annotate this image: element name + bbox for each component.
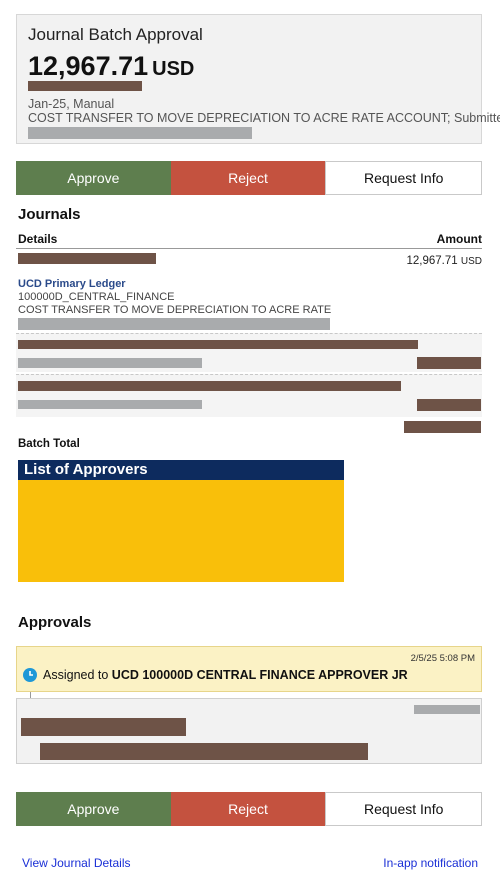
- reject-button[interactable]: Reject: [170, 161, 326, 195]
- redacted-text: [417, 399, 481, 411]
- journals-heading: Journals: [18, 206, 81, 223]
- request-info-button[interactable]: Request Info: [325, 792, 483, 826]
- action-bar-bottom: Approve Reject Request Info: [16, 792, 483, 826]
- batch-description: COST TRANSFER TO MOVE DEPRECIATION TO AC…: [28, 111, 500, 125]
- redacted-text: [40, 743, 368, 760]
- assignee-name: UCD 100000D CENTRAL FINANCE APPROVER JR: [111, 668, 408, 682]
- details-column-header: Details: [18, 232, 58, 246]
- approvals-heading: Approvals: [18, 614, 92, 631]
- approve-button[interactable]: Approve: [16, 161, 171, 195]
- journal-amount-currency: USD: [460, 256, 482, 267]
- batch-currency: USD: [152, 58, 195, 80]
- batch-meta: Jan-25, Manual: [28, 97, 115, 111]
- assignment-text: Assigned to UCD 100000D CENTRAL FINANCE …: [43, 668, 408, 682]
- journal-amount: 12,967.71 USD: [407, 255, 483, 267]
- redacted-text: [404, 421, 481, 433]
- approval-assignment: 2/5/25 5:08 PM Assigned to UCD 100000D C…: [16, 646, 482, 692]
- reject-button[interactable]: Reject: [170, 792, 326, 826]
- redacted-text: [414, 705, 480, 714]
- divider: [16, 248, 482, 249]
- ledger-account: 100000D_CENTRAL_FINANCE: [18, 291, 175, 303]
- clock-icon: [23, 668, 37, 682]
- approve-button[interactable]: Approve: [16, 792, 171, 826]
- redacted-text: [18, 253, 156, 264]
- assigned-prefix: Assigned to: [43, 668, 112, 682]
- redacted-text: [18, 340, 418, 349]
- request-info-button[interactable]: Request Info: [325, 161, 483, 195]
- journal-amount-value: 12,967.71: [406, 255, 458, 267]
- journal-line-description: COST TRANSFER TO MOVE DEPRECIATION TO AC…: [18, 304, 332, 316]
- in-app-notification-link[interactable]: In-app notification: [383, 856, 478, 870]
- batch-amount-value: 12,967.71: [28, 51, 149, 81]
- batch-summary-card: Journal Batch Approval 12,967.71 USD Jan-…: [16, 14, 500, 144]
- redacted-text: [28, 127, 252, 139]
- redacted-text: [417, 357, 481, 369]
- approvers-heading: List of Approvers: [18, 460, 344, 480]
- ledger-name: UCD Primary Ledger: [18, 278, 126, 290]
- redacted-text: [18, 381, 401, 391]
- approvers-list-redacted: [18, 480, 344, 582]
- redacted-text: [18, 318, 330, 330]
- assignment-timestamp: 2/5/25 5:08 PM: [410, 653, 475, 664]
- redacted-text: [28, 81, 142, 91]
- amount-column-header: Amount: [436, 232, 482, 246]
- page-title: Journal Batch Approval: [28, 25, 203, 44]
- redacted-text: [21, 718, 186, 736]
- redacted-text: [18, 358, 202, 368]
- action-bar-top: Approve Reject Request Info: [16, 161, 483, 195]
- redacted-text: [18, 400, 202, 409]
- view-journal-details-link[interactable]: View Journal Details: [22, 856, 131, 870]
- batch-total-label: Batch Total: [18, 438, 80, 450]
- batch-amount: 12,967.71 USD: [28, 51, 194, 82]
